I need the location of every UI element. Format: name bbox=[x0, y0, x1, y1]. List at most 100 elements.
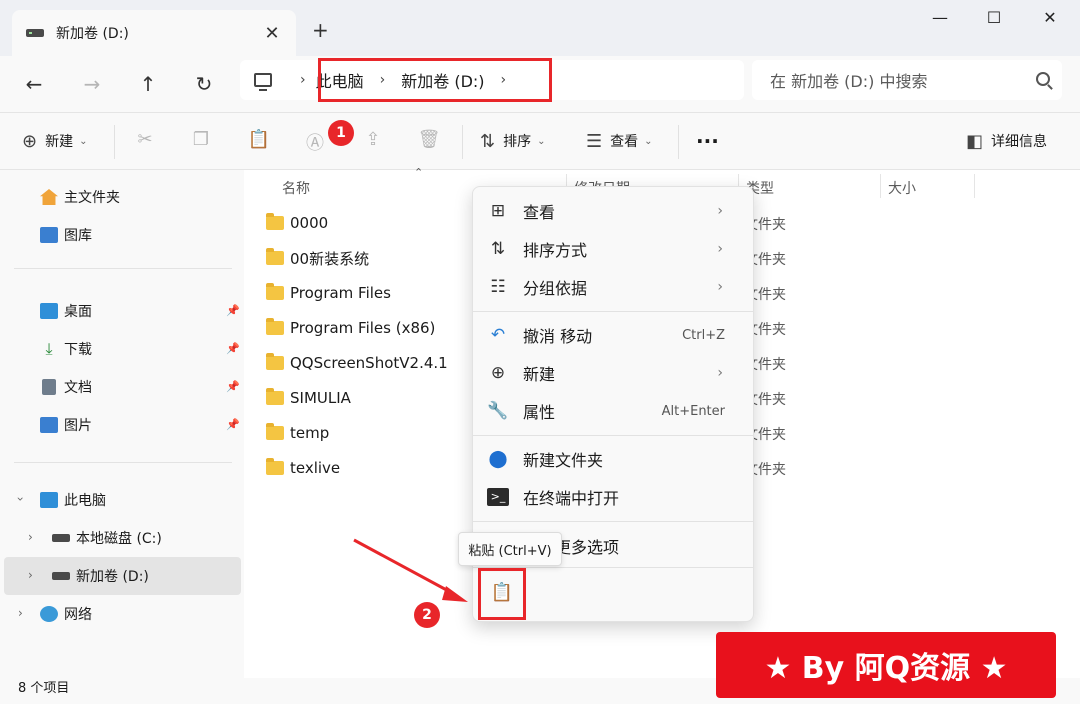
menu-item-sort-by[interactable]: ⇅ 排序方式 › bbox=[487, 232, 743, 266]
nav-item-this-pc[interactable]: 此电脑 bbox=[40, 485, 106, 515]
nav-item-drive-d[interactable]: 新加卷 (D:) bbox=[52, 561, 149, 591]
table-row[interactable]: QQScreenShotV2.4.1 bbox=[266, 346, 448, 380]
menu-item-view[interactable]: ⊞ 查看 › bbox=[487, 194, 743, 228]
folder-icon bbox=[266, 283, 284, 300]
pin-icon[interactable]: 📌 bbox=[226, 418, 240, 431]
pin-icon[interactable]: 📌 bbox=[226, 342, 240, 355]
expand-chevron-icon[interactable]: › bbox=[18, 606, 23, 620]
refresh-button[interactable]: ↻ bbox=[188, 68, 220, 100]
table-row[interactable]: texlive bbox=[266, 451, 340, 485]
menu-item-label: 撤消 移动 bbox=[523, 327, 593, 346]
column-divider[interactable] bbox=[974, 174, 975, 198]
column-divider[interactable] bbox=[880, 174, 881, 198]
navigation-pane: 主文件夹 图库 桌面 📌 ⤓ 下载 📌 文档 📌 图片 📌 › 此电脑 › 本地… bbox=[0, 170, 244, 678]
chevron-down-icon: ⌄ bbox=[537, 135, 546, 147]
search-input[interactable]: 在 新加卷 (D:) 中搜索 bbox=[770, 68, 927, 92]
menu-item-open-terminal[interactable]: >_ 在终端中打开 bbox=[487, 480, 743, 514]
pin-icon[interactable]: 📌 bbox=[226, 380, 240, 393]
share-icon[interactable]: ⇪ bbox=[360, 129, 386, 155]
minimize-button[interactable]: — bbox=[920, 6, 960, 30]
folder-icon bbox=[266, 458, 284, 475]
shortcut-label: Ctrl+Z bbox=[682, 327, 725, 343]
back-button[interactable]: ← bbox=[18, 68, 50, 100]
tab-active[interactable]: 新加卷 (D:) ✕ bbox=[12, 10, 296, 56]
file-name: Program Files (x86) bbox=[290, 319, 436, 337]
paste-toolbar-icon[interactable]: 📋 bbox=[246, 129, 272, 155]
menu-item-new-folder[interactable]: ⬤ 新建文件夹 bbox=[487, 442, 743, 476]
close-window-button[interactable]: ✕ bbox=[1030, 6, 1070, 30]
details-pane-button[interactable]: ◧ 详细信息 bbox=[966, 127, 1047, 155]
expand-chevron-icon[interactable]: › bbox=[28, 530, 33, 544]
chevron-right-icon: › bbox=[717, 365, 723, 381]
table-row[interactable]: temp bbox=[266, 416, 329, 450]
maximize-button[interactable]: ☐ bbox=[974, 6, 1014, 30]
delete-icon[interactable]: 🗑 bbox=[416, 129, 442, 155]
document-icon bbox=[42, 379, 56, 395]
expand-chevron-icon[interactable]: › bbox=[13, 497, 27, 502]
nav-item-network[interactable]: 网络 bbox=[40, 599, 92, 629]
nav-item-label: 本地磁盘 (C:) bbox=[76, 531, 162, 547]
new-button[interactable]: ⊕ 新建 ⌄ bbox=[22, 127, 87, 155]
nav-item-gallery[interactable]: 图库 bbox=[40, 220, 92, 250]
menu-item-properties[interactable]: 🔧 属性 Alt+Enter bbox=[487, 394, 743, 428]
nav-item-pictures[interactable]: 图片 bbox=[40, 410, 92, 440]
menu-item-label: 新建文件夹 bbox=[523, 451, 604, 470]
up-button[interactable]: ↑ bbox=[132, 68, 164, 100]
cut-icon[interactable]: ✂ bbox=[132, 129, 158, 155]
file-name: SIMULIA bbox=[290, 389, 351, 407]
nav-item-drive-c[interactable]: 本地磁盘 (C:) bbox=[52, 523, 162, 553]
view-button[interactable]: ☰ 查看 ⌄ bbox=[586, 127, 653, 155]
drive-icon bbox=[26, 29, 44, 37]
annotation-badge-1: 1 bbox=[328, 120, 354, 146]
menu-item-new[interactable]: ⊕ 新建 › bbox=[487, 356, 743, 390]
details-pane-label: 详细信息 bbox=[991, 134, 1048, 150]
nav-item-label: 图片 bbox=[64, 418, 92, 434]
menu-item-group-by[interactable]: ☷ 分组依据 › bbox=[487, 270, 743, 304]
search-box[interactable]: 在 新加卷 (D:) 中搜索 bbox=[752, 60, 1062, 100]
copy-icon[interactable]: ❐ bbox=[188, 129, 214, 155]
tab-title: 新加卷 (D:) bbox=[56, 26, 129, 42]
drive-icon bbox=[52, 534, 70, 542]
arrow-head bbox=[442, 586, 468, 602]
watermark-banner: ★ By 阿Q资源 ★ bbox=[716, 632, 1056, 698]
pin-icon[interactable]: 📌 bbox=[226, 304, 240, 317]
table-row[interactable]: 0000 bbox=[266, 206, 328, 240]
command-bar: ⊕ 新建 ⌄ ✂ ❐ 📋 Ⓐ ⇪ 🗑 ⇅ 排序 ⌄ ☰ 查看 ⌄ ··· ◧ 详… bbox=[0, 112, 1080, 170]
annotation-badge-2: 2 bbox=[414, 602, 440, 628]
menu-item-label: 新建 bbox=[523, 365, 556, 384]
table-row[interactable]: Program Files (x86) bbox=[266, 311, 435, 345]
menu-item-label: 查看 bbox=[523, 203, 556, 222]
sort-icon: ⇅ bbox=[480, 130, 496, 152]
file-name: 0000 bbox=[290, 214, 329, 232]
more-options-button[interactable]: ··· bbox=[696, 127, 719, 155]
nav-item-documents[interactable]: 文档 bbox=[40, 372, 92, 402]
sort-button[interactable]: ⇅ 排序 ⌄ bbox=[480, 127, 545, 155]
menu-item-label: 分组依据 bbox=[523, 279, 588, 298]
divider bbox=[462, 125, 463, 159]
menu-item-undo-move[interactable]: ↶ 撤消 移动 Ctrl+Z bbox=[487, 318, 743, 352]
forward-button[interactable]: → bbox=[76, 68, 108, 100]
expand-chevron-icon[interactable]: › bbox=[28, 568, 33, 582]
column-header-name[interactable]: 名称 bbox=[282, 178, 310, 198]
shortcut-label: Alt+Enter bbox=[661, 403, 725, 419]
column-header-size[interactable]: 大小 bbox=[888, 178, 916, 198]
paste-icon[interactable]: 📋 bbox=[486, 582, 518, 608]
nav-item-label: 新加卷 (D:) bbox=[76, 569, 149, 585]
chevron-right-icon: › bbox=[717, 203, 723, 219]
view-lines-icon: ☰ bbox=[586, 130, 603, 152]
nav-item-downloads[interactable]: ⤓ 下载 bbox=[40, 334, 92, 364]
view-button-label: 查看 bbox=[610, 134, 639, 150]
table-row[interactable]: 00新装系统 bbox=[266, 241, 369, 275]
nav-item-label: 此电脑 bbox=[64, 493, 106, 509]
wrench-icon: 🔧 bbox=[487, 401, 509, 421]
breadcrumb-separator: › bbox=[300, 72, 306, 88]
table-row[interactable]: SIMULIA bbox=[266, 381, 351, 415]
nav-item-home[interactable]: 主文件夹 bbox=[40, 182, 120, 212]
nav-item-desktop[interactable]: 桌面 bbox=[40, 296, 92, 326]
new-tab-button[interactable]: + bbox=[312, 18, 329, 42]
network-icon bbox=[40, 606, 58, 622]
gallery-icon bbox=[40, 227, 58, 243]
tab-close-icon[interactable]: ✕ bbox=[262, 23, 282, 44]
rename-icon[interactable]: Ⓐ bbox=[302, 129, 328, 155]
table-row[interactable]: Program Files bbox=[266, 276, 391, 310]
